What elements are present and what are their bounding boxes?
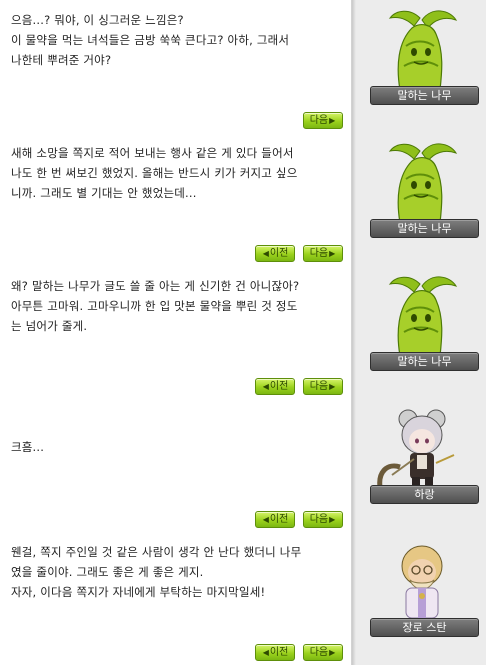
dialog-panel: 웬걸, 쪽지 주인일 것 같은 사람이 생각 안 난다 했더니 나무 였을 줄이…: [0, 532, 486, 665]
dialog-text: 웬걸, 쪽지 주인일 것 같은 사람이 생각 안 난다 했더니 나무 였을 줄이…: [11, 545, 302, 599]
next-button[interactable]: 다음▶: [303, 644, 343, 661]
next-label: 다음: [309, 248, 329, 259]
next-label: 다음: [309, 647, 329, 658]
chevron-left-icon: ◀: [262, 648, 269, 657]
prev-button[interactable]: ◀이전: [255, 378, 295, 395]
speaker-sidebar: 말하는 나무: [351, 133, 486, 266]
chevron-right-icon: ▶: [329, 249, 336, 258]
dialog-panel: 크흠... 하랑 ◀이전 다음▶: [0, 399, 486, 532]
chevron-right-icon: ▶: [329, 515, 336, 524]
next-label: 다음: [309, 514, 329, 525]
dialog-text: 새해 소망을 쪽지로 적어 보내는 행사 같은 게 있다 들어서 나도 한 번 …: [11, 146, 298, 200]
dialog-panel: 새해 소망을 쪽지로 적어 보내는 행사 같은 게 있다 들어서 나도 한 번 …: [0, 133, 486, 266]
talking-tree-icon: [388, 143, 458, 223]
speaker-nameplate: 말하는 나무: [370, 86, 479, 105]
chevron-left-icon: ◀: [262, 515, 269, 524]
chevron-left-icon: ◀: [262, 382, 269, 391]
speaker-nameplate: 장로 스탄: [370, 618, 479, 637]
dialog-text: 으음...? 뭐야, 이 싱그러운 느낌은? 이 물약을 먹는 녀석들은 금방 …: [11, 13, 290, 67]
next-label: 다음: [309, 115, 329, 126]
prev-button[interactable]: ◀이전: [255, 511, 295, 528]
chevron-right-icon: ▶: [329, 116, 336, 125]
prev-label: 이전: [269, 647, 289, 658]
next-label: 다음: [309, 381, 329, 392]
next-button[interactable]: 다음▶: [303, 378, 343, 395]
elder-stan-icon: [401, 545, 443, 619]
speaker-sidebar: 장로 스탄: [351, 532, 486, 665]
speaker-sidebar: 말하는 나무: [351, 266, 486, 399]
prev-button[interactable]: ◀이전: [255, 245, 295, 262]
prev-button[interactable]: ◀이전: [255, 644, 295, 661]
next-button[interactable]: 다음▶: [303, 112, 343, 129]
next-button[interactable]: 다음▶: [303, 245, 343, 262]
harang-icon: [377, 409, 455, 488]
talking-tree-icon: [388, 276, 458, 356]
talking-tree-icon: [388, 10, 458, 90]
dialog-text: 왜? 말하는 나무가 글도 쓸 줄 아는 게 신기한 건 아니잖아? 아무튼 고…: [11, 279, 300, 333]
chevron-right-icon: ▶: [329, 648, 336, 657]
next-button[interactable]: 다음▶: [303, 511, 343, 528]
speaker-nameplate: 말하는 나무: [370, 219, 479, 238]
speaker-sidebar: 하랑: [351, 399, 486, 532]
prev-label: 이전: [269, 381, 289, 392]
chevron-right-icon: ▶: [329, 382, 336, 391]
speaker-nameplate: 말하는 나무: [370, 352, 479, 371]
prev-label: 이전: [269, 248, 289, 259]
dialog-text: 크흠...: [11, 440, 45, 454]
speaker-sidebar: 말하는 나무: [351, 0, 486, 133]
speaker-nameplate: 하랑: [370, 485, 479, 504]
chevron-left-icon: ◀: [262, 249, 269, 258]
dialog-panel: 으음...? 뭐야, 이 싱그러운 느낌은? 이 물약을 먹는 녀석들은 금방 …: [0, 0, 486, 133]
prev-label: 이전: [269, 514, 289, 525]
dialog-panel: 왜? 말하는 나무가 글도 쓸 줄 아는 게 신기한 건 아니잖아? 아무튼 고…: [0, 266, 486, 399]
